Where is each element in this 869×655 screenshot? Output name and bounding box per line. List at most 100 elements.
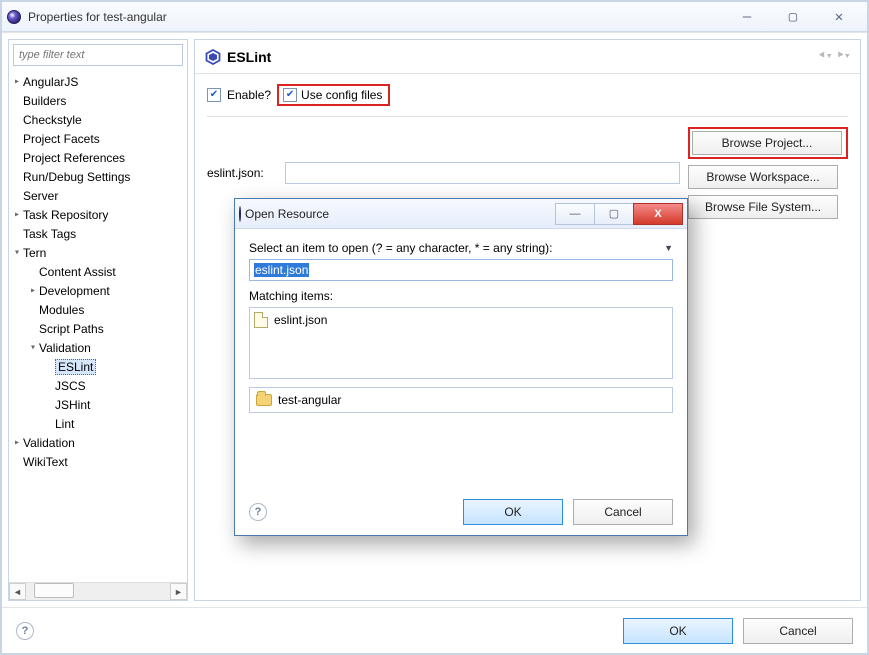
use-config-highlight: ✔ Use config files (277, 84, 390, 106)
tree-item[interactable]: JSHint (9, 395, 187, 414)
tree-item-label: ESLint (55, 359, 96, 375)
enable-checkbox[interactable]: ✔ (207, 88, 221, 102)
tree-item[interactable]: Builders (9, 91, 187, 110)
dialog-pattern-input[interactable]: eslint.json (249, 259, 673, 281)
minimize-button[interactable]: ― (733, 8, 761, 26)
eclipse-icon (6, 9, 22, 25)
tree-item[interactable]: ▾Validation (9, 338, 187, 357)
enable-label: Enable? (227, 88, 271, 102)
eslint-icon (205, 49, 221, 65)
filter-input[interactable] (13, 44, 183, 66)
dialog-prompt: Select an item to open (? = any characte… (249, 241, 553, 255)
tree-item-label: Lint (55, 417, 74, 431)
tree-twisty[interactable]: ▸ (27, 285, 39, 296)
scroll-track[interactable] (26, 583, 170, 600)
footer: ? OK Cancel (2, 607, 867, 653)
window-title: Properties for test-angular (28, 10, 167, 24)
matching-items-label: Matching items: (249, 289, 673, 303)
eclipse-icon (239, 207, 241, 221)
nav-forward[interactable]: ⯈▾ (836, 50, 850, 63)
dialog-maximize[interactable]: ▢ (594, 203, 634, 225)
use-config-label: Use config files (301, 88, 382, 102)
category-sidebar: ▸AngularJSBuildersCheckstyleProject Face… (8, 39, 188, 601)
tree-item[interactable]: WikiText (9, 452, 187, 471)
tree-item-label: Script Paths (39, 322, 104, 336)
tree-item[interactable]: Task Tags (9, 224, 187, 243)
browse-project-button[interactable]: Browse Project... (692, 131, 842, 155)
tree-item[interactable]: JSCS (9, 376, 187, 395)
tree-item-label: Validation (23, 436, 75, 450)
eslint-json-input[interactable] (285, 162, 680, 184)
tree-item[interactable]: Server (9, 186, 187, 205)
folder-icon (256, 394, 272, 406)
tree-item-label: Modules (39, 303, 84, 317)
tree-item[interactable]: ESLint (9, 357, 187, 376)
tree-item[interactable]: Project Facets (9, 129, 187, 148)
tree-item[interactable]: Checkstyle (9, 110, 187, 129)
open-resource-dialog: Open Resource ― ▢ X Select an item to op… (234, 198, 688, 536)
tree-item[interactable]: ▸Validation (9, 433, 187, 452)
file-icon (254, 312, 268, 328)
tree-item[interactable]: Project References (9, 148, 187, 167)
tree-twisty[interactable]: ▸ (11, 76, 23, 87)
use-config-checkbox[interactable]: ✔ (283, 88, 297, 102)
category-tree[interactable]: ▸AngularJSBuildersCheckstyleProject Face… (9, 70, 187, 582)
help-icon[interactable]: ? (16, 622, 34, 640)
history-nav: ⯇▾ ⯈▾ (818, 50, 850, 63)
tree-item-label: AngularJS (23, 75, 78, 89)
dialog-pattern-value: eslint.json (254, 263, 309, 277)
tree-item-label: JSCS (55, 379, 86, 393)
list-item-label: eslint.json (274, 313, 327, 327)
ok-button[interactable]: OK (623, 618, 733, 644)
tree-item[interactable]: ▸Task Repository (9, 205, 187, 224)
cancel-button[interactable]: Cancel (743, 618, 853, 644)
list-item[interactable]: eslint.json (254, 312, 668, 328)
tree-item[interactable]: ▸Development (9, 281, 187, 300)
tree-twisty[interactable]: ▾ (27, 342, 39, 353)
tree-item[interactable]: Lint (9, 414, 187, 433)
dialog-prompt-row: Select an item to open (? = any characte… (249, 241, 673, 255)
page-title: ESLint (227, 49, 271, 65)
tree-item-label: Server (23, 189, 58, 203)
tree-item[interactable]: Content Assist (9, 262, 187, 281)
dialog-help-icon[interactable]: ? (249, 503, 267, 521)
tree-item-label: Content Assist (39, 265, 116, 279)
tree-twisty[interactable]: ▾ (11, 247, 23, 258)
tree-item-label: Project Facets (23, 132, 100, 146)
scroll-right[interactable]: ► (170, 583, 187, 600)
browse-workspace-button[interactable]: Browse Workspace... (688, 165, 838, 189)
dialog-cancel-button[interactable]: Cancel (573, 499, 673, 525)
tree-item-label: Validation (39, 341, 91, 355)
tree-item[interactable]: Modules (9, 300, 187, 319)
tree-item-label: Run/Debug Settings (23, 170, 130, 184)
dialog-titlebar: Open Resource ― ▢ X (235, 199, 687, 229)
tree-item-label: WikiText (23, 455, 68, 469)
tree-item[interactable]: Run/Debug Settings (9, 167, 187, 186)
dialog-close[interactable]: X (633, 203, 683, 225)
horizontal-scrollbar[interactable]: ◄ ► (9, 582, 187, 600)
window-controls: ― ▢ ✕ (733, 8, 863, 26)
tree-item[interactable]: Script Paths (9, 319, 187, 338)
tree-item-label: Tern (23, 246, 46, 260)
page-header: ESLint ⯇▾ ⯈▾ (195, 40, 860, 74)
maximize-button[interactable]: ▢ (779, 8, 807, 26)
properties-window: Properties for test-angular ― ▢ ✕ ▸Angul… (0, 0, 869, 655)
browse-project-highlight: Browse Project... (688, 127, 848, 159)
dialog-title: Open Resource (245, 207, 329, 221)
dialog-menu-arrow[interactable]: ▼ (664, 243, 673, 253)
tree-twisty[interactable]: ▸ (11, 209, 23, 220)
scroll-thumb[interactable] (34, 583, 74, 598)
nav-back[interactable]: ⯇▾ (818, 50, 832, 63)
tree-item-label: JSHint (55, 398, 90, 412)
browse-filesystem-button[interactable]: Browse File System... (688, 195, 838, 219)
eslint-json-label: eslint.json: (207, 166, 277, 180)
matching-items-list[interactable]: eslint.json (249, 307, 673, 379)
dialog-minimize[interactable]: ― (555, 203, 595, 225)
dialog-ok-button[interactable]: OK (463, 499, 563, 525)
close-button[interactable]: ✕ (825, 8, 853, 26)
tree-item-label: Project References (23, 151, 125, 165)
tree-item[interactable]: ▾Tern (9, 243, 187, 262)
scroll-left[interactable]: ◄ (9, 583, 26, 600)
tree-item[interactable]: ▸AngularJS (9, 72, 187, 91)
tree-twisty[interactable]: ▸ (11, 437, 23, 448)
